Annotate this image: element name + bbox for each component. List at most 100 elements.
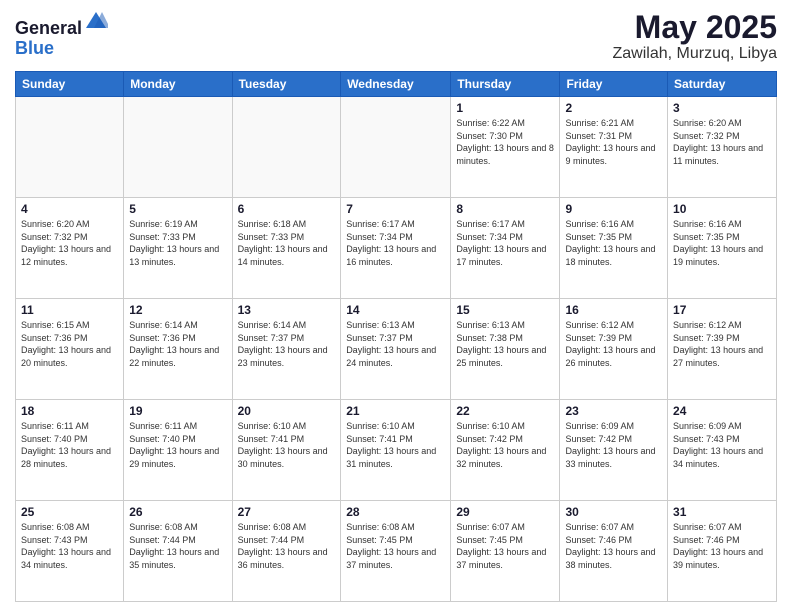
day-number: 12	[129, 303, 226, 317]
day-cell: 1 Sunrise: 6:22 AMSunset: 7:30 PMDaylight…	[451, 97, 560, 198]
day-cell: 13Sunrise: 6:14 AMSunset: 7:37 PMDayligh…	[232, 299, 341, 400]
day-info: Sunrise: 6:18 AMSunset: 7:33 PMDaylight:…	[238, 219, 328, 267]
day-cell: 20Sunrise: 6:10 AMSunset: 7:41 PMDayligh…	[232, 400, 341, 501]
day-info: Sunrise: 6:07 AMSunset: 7:46 PMDaylight:…	[565, 522, 655, 570]
header-monday: Monday	[124, 72, 232, 97]
logo-text: General Blue	[15, 10, 108, 59]
day-info: Sunrise: 6:20 AMSunset: 7:32 PMDaylight:…	[21, 219, 111, 267]
day-cell	[124, 97, 232, 198]
day-info: Sunrise: 6:21 AMSunset: 7:31 PMDaylight:…	[565, 118, 655, 166]
day-info: Sunrise: 6:22 AMSunset: 7:30 PMDaylight:…	[456, 118, 554, 166]
day-info: Sunrise: 6:09 AMSunset: 7:43 PMDaylight:…	[673, 421, 763, 469]
day-number: 25	[21, 505, 118, 519]
day-info: Sunrise: 6:08 AMSunset: 7:45 PMDaylight:…	[346, 522, 436, 570]
day-cell: 15 Sunrise: 6:13 AMSunset: 7:38 PMDayligh…	[451, 299, 560, 400]
day-number: 21	[346, 404, 445, 418]
day-info: Sunrise: 6:08 AMSunset: 7:43 PMDaylight:…	[21, 522, 111, 570]
page: General Blue May 2025 Zawilah, Murzuq, L…	[0, 0, 792, 612]
day-cell: 29 Sunrise: 6:07 AMSunset: 7:45 PMDayligh…	[451, 501, 560, 602]
day-number: 5	[129, 202, 226, 216]
day-info: Sunrise: 6:12 AMSunset: 7:39 PMDaylight:…	[565, 320, 655, 368]
day-number: 26	[129, 505, 226, 519]
day-info: Sunrise: 6:16 AMSunset: 7:35 PMDaylight:…	[673, 219, 763, 267]
day-number: 29	[456, 505, 554, 519]
logo-icon	[84, 10, 108, 34]
day-number: 10	[673, 202, 771, 216]
logo-blue: Blue	[15, 38, 54, 58]
day-cell: 17Sunrise: 6:12 AMSunset: 7:39 PMDayligh…	[668, 299, 777, 400]
day-info: Sunrise: 6:11 AMSunset: 7:40 PMDaylight:…	[21, 421, 111, 469]
title-block: May 2025 Zawilah, Murzuq, Libya	[612, 10, 777, 63]
day-number: 13	[238, 303, 336, 317]
day-info: Sunrise: 6:13 AMSunset: 7:38 PMDaylight:…	[456, 320, 546, 368]
day-info: Sunrise: 6:11 AMSunset: 7:40 PMDaylight:…	[129, 421, 219, 469]
day-cell: 5 Sunrise: 6:19 AMSunset: 7:33 PMDaylight…	[124, 198, 232, 299]
day-cell: 22 Sunrise: 6:10 AMSunset: 7:42 PMDayligh…	[451, 400, 560, 501]
header-thursday: Thursday	[451, 72, 560, 97]
header-saturday: Saturday	[668, 72, 777, 97]
day-cell: 28 Sunrise: 6:08 AMSunset: 7:45 PMDayligh…	[341, 501, 451, 602]
day-number: 16	[565, 303, 662, 317]
day-info: Sunrise: 6:10 AMSunset: 7:41 PMDaylight:…	[238, 421, 328, 469]
day-cell: 18Sunrise: 6:11 AMSunset: 7:40 PMDayligh…	[16, 400, 124, 501]
day-number: 28	[346, 505, 445, 519]
day-info: Sunrise: 6:15 AMSunset: 7:36 PMDaylight:…	[21, 320, 111, 368]
month-title: May 2025	[612, 10, 777, 45]
day-number: 23	[565, 404, 662, 418]
day-cell: 19 Sunrise: 6:11 AMSunset: 7:40 PMDayligh…	[124, 400, 232, 501]
day-info: Sunrise: 6:10 AMSunset: 7:42 PMDaylight:…	[456, 421, 546, 469]
day-cell: 8Sunrise: 6:17 AMSunset: 7:34 PMDaylight…	[451, 198, 560, 299]
day-number: 8	[456, 202, 554, 216]
day-info: Sunrise: 6:07 AMSunset: 7:45 PMDaylight:…	[456, 522, 546, 570]
day-cell: 27Sunrise: 6:08 AMSunset: 7:44 PMDayligh…	[232, 501, 341, 602]
day-info: Sunrise: 6:16 AMSunset: 7:35 PMDaylight:…	[565, 219, 655, 267]
day-cell: 14Sunrise: 6:13 AMSunset: 7:37 PMDayligh…	[341, 299, 451, 400]
day-number: 1	[456, 101, 554, 115]
day-number: 3	[673, 101, 771, 115]
day-number: 24	[673, 404, 771, 418]
week-row-1: 4Sunrise: 6:20 AMSunset: 7:32 PMDaylight…	[16, 198, 777, 299]
day-info: Sunrise: 6:08 AMSunset: 7:44 PMDaylight:…	[238, 522, 328, 570]
day-info: Sunrise: 6:08 AMSunset: 7:44 PMDaylight:…	[129, 522, 219, 570]
logo-block: General Blue	[15, 10, 108, 59]
day-cell	[16, 97, 124, 198]
day-info: Sunrise: 6:17 AMSunset: 7:34 PMDaylight:…	[346, 219, 436, 267]
day-cell: 9Sunrise: 6:16 AMSunset: 7:35 PMDaylight…	[560, 198, 668, 299]
day-number: 17	[673, 303, 771, 317]
day-cell: 16 Sunrise: 6:12 AMSunset: 7:39 PMDayligh…	[560, 299, 668, 400]
header-wednesday: Wednesday	[341, 72, 451, 97]
day-cell: 6 Sunrise: 6:18 AMSunset: 7:33 PMDaylight…	[232, 198, 341, 299]
day-number: 11	[21, 303, 118, 317]
week-row-3: 18Sunrise: 6:11 AMSunset: 7:40 PMDayligh…	[16, 400, 777, 501]
day-cell	[341, 97, 451, 198]
day-info: Sunrise: 6:10 AMSunset: 7:41 PMDaylight:…	[346, 421, 436, 469]
day-number: 22	[456, 404, 554, 418]
day-cell: 4Sunrise: 6:20 AMSunset: 7:32 PMDaylight…	[16, 198, 124, 299]
day-number: 15	[456, 303, 554, 317]
header-friday: Friday	[560, 72, 668, 97]
day-number: 14	[346, 303, 445, 317]
day-cell: 12 Sunrise: 6:14 AMSunset: 7:36 PMDayligh…	[124, 299, 232, 400]
day-cell: 10 Sunrise: 6:16 AMSunset: 7:35 PMDayligh…	[668, 198, 777, 299]
calendar-table: Sunday Monday Tuesday Wednesday Thursday…	[15, 71, 777, 602]
day-cell: 21 Sunrise: 6:10 AMSunset: 7:41 PMDayligh…	[341, 400, 451, 501]
day-number: 6	[238, 202, 336, 216]
header-tuesday: Tuesday	[232, 72, 341, 97]
day-info: Sunrise: 6:07 AMSunset: 7:46 PMDaylight:…	[673, 522, 763, 570]
header-sunday: Sunday	[16, 72, 124, 97]
header: General Blue May 2025 Zawilah, Murzuq, L…	[15, 10, 777, 63]
day-cell: 7Sunrise: 6:17 AMSunset: 7:34 PMDaylight…	[341, 198, 451, 299]
day-cell: 26 Sunrise: 6:08 AMSunset: 7:44 PMDayligh…	[124, 501, 232, 602]
day-info: Sunrise: 6:19 AMSunset: 7:33 PMDaylight:…	[129, 219, 219, 267]
day-number: 19	[129, 404, 226, 418]
day-info: Sunrise: 6:20 AMSunset: 7:32 PMDaylight:…	[673, 118, 763, 166]
day-info: Sunrise: 6:14 AMSunset: 7:36 PMDaylight:…	[129, 320, 219, 368]
day-cell: 3 Sunrise: 6:20 AMSunset: 7:32 PMDaylight…	[668, 97, 777, 198]
logo: General Blue	[15, 10, 108, 59]
location-title: Zawilah, Murzuq, Libya	[612, 45, 777, 63]
day-cell: 2Sunrise: 6:21 AMSunset: 7:31 PMDaylight…	[560, 97, 668, 198]
day-cell: 25 Sunrise: 6:08 AMSunset: 7:43 PMDayligh…	[16, 501, 124, 602]
week-row-4: 25 Sunrise: 6:08 AMSunset: 7:43 PMDayligh…	[16, 501, 777, 602]
week-row-2: 11 Sunrise: 6:15 AMSunset: 7:36 PMDayligh…	[16, 299, 777, 400]
weekday-header-row: Sunday Monday Tuesday Wednesday Thursday…	[16, 72, 777, 97]
